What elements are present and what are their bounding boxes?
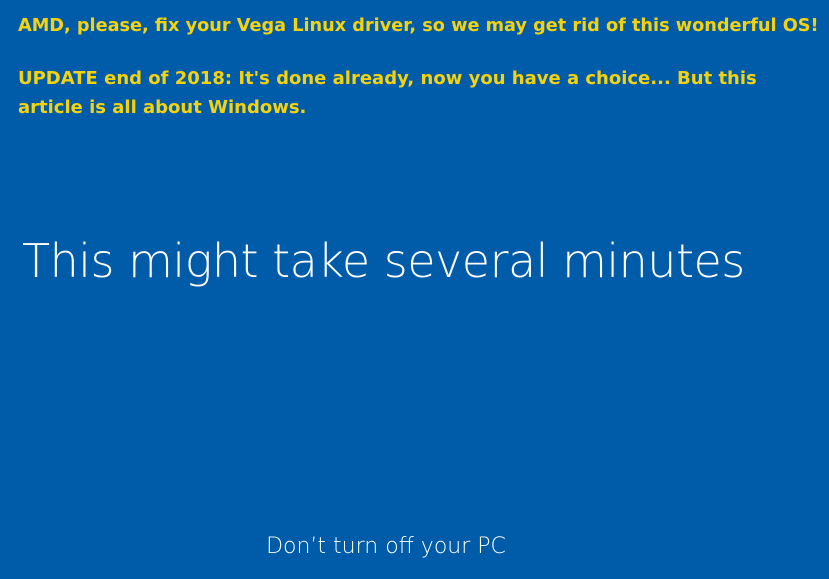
warning-message: Don’t turn off your PC bbox=[266, 534, 506, 559]
update-screen: AMD, please, fix your Vega Linux driver,… bbox=[0, 0, 829, 579]
caption-line-amd-plea: AMD, please, fix your Vega Linux driver,… bbox=[18, 16, 819, 36]
caption-line-update: UPDATE end of 2018: It's done already, n… bbox=[18, 68, 757, 89]
caption-line-article: article is all about Windows. bbox=[18, 97, 307, 118]
progress-message: This might take several minutes bbox=[22, 234, 745, 288]
